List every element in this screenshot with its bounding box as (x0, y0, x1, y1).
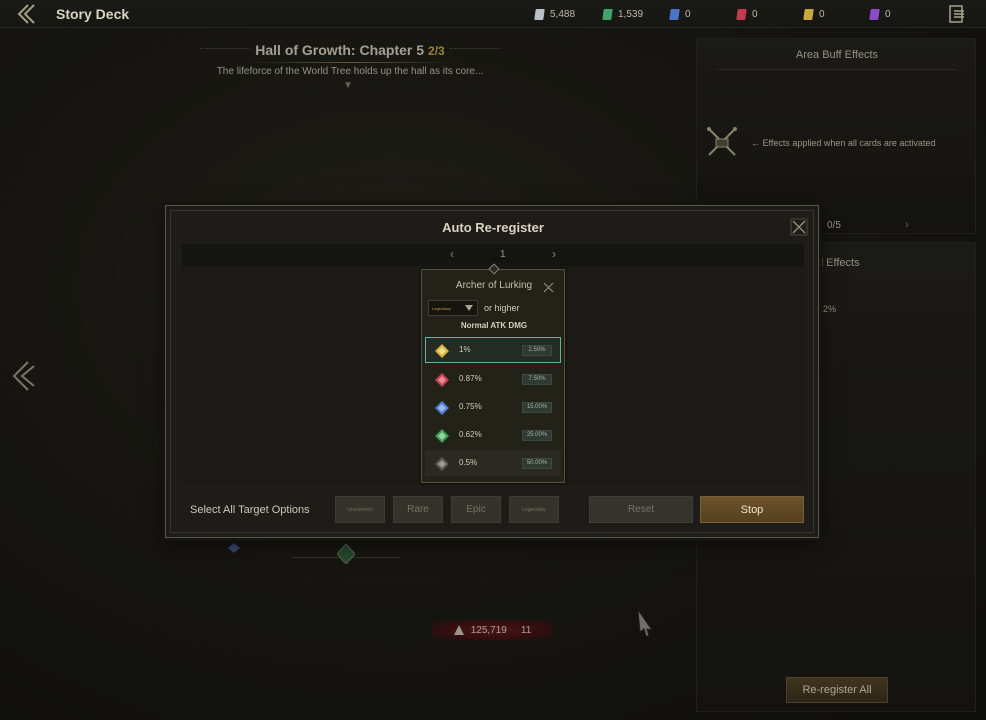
option-row-legendary[interactable]: 1% 2.50% (425, 337, 561, 363)
white-card-icon (534, 8, 545, 20)
select-uncommon-button[interactable]: Uncommon (335, 496, 385, 523)
currency-value: 1,539 (618, 8, 644, 20)
auto-reregister-dialog: Auto Re-register ‹ 1 › Archer of Lurking… (165, 205, 819, 538)
top-bar: Story Deck 5,488 1,539 0 0 0 0 (0, 0, 986, 28)
currency-value: 5,488 (550, 8, 576, 20)
currency-blue-card: 0 (669, 7, 691, 21)
page-number: 1 (500, 249, 506, 260)
stop-button[interactable]: Stop (700, 496, 804, 523)
common-gem-icon (435, 457, 449, 471)
gold-card-icon (803, 8, 814, 20)
back-arrow-icon[interactable] (14, 3, 38, 25)
reset-button[interactable]: Reset (589, 496, 693, 523)
select-legendary-button[interactable]: Legendary (509, 496, 559, 523)
chevron-left-icon[interactable]: ‹ (450, 247, 454, 261)
option-row-rare[interactable]: 0.75% 15.00% (425, 394, 561, 420)
currency-purple-card: 0 (869, 7, 891, 21)
option-value: 0.5% (459, 458, 478, 467)
purple-card-icon (869, 8, 880, 20)
option-probability: 2.50% (522, 345, 552, 356)
green-card-icon (602, 8, 613, 20)
remove-card-icon[interactable] (543, 280, 554, 293)
legendary-gem-icon (435, 344, 449, 358)
currency-red-card: 0 (736, 7, 758, 21)
option-value: 1% (459, 345, 471, 354)
option-value: 0.62% (459, 430, 482, 439)
epic-gem-icon (435, 373, 449, 387)
grade-suffix: or higher (484, 303, 520, 313)
chevron-right-icon[interactable]: › (552, 247, 556, 261)
option-card: Archer of Lurking Legendary or higher No… (421, 263, 565, 483)
currency-value: 0 (819, 8, 825, 20)
currency-value: 0 (752, 8, 758, 20)
rare-gem-icon (435, 401, 449, 415)
dialog-title: Auto Re-register (442, 220, 544, 235)
option-row-uncommon[interactable]: 0.62% 25.00% (425, 422, 561, 448)
currency-value: 0 (885, 8, 891, 20)
select-epic-button[interactable]: Epic (451, 496, 501, 523)
option-value: 0.87% (459, 374, 482, 383)
currency-white-card: 5,488 (534, 7, 576, 21)
uncommon-gem-icon (435, 429, 449, 443)
option-row-common[interactable]: 0.5% 50.00% (425, 450, 561, 476)
option-probability: 25.00% (522, 430, 552, 441)
grade-dropdown-value: Legendary (432, 305, 451, 311)
select-rare-button[interactable]: Rare (393, 496, 443, 523)
option-probability: 15.00% (522, 402, 552, 413)
grade-dropdown[interactable]: Legendary (428, 300, 478, 316)
currency-gold-card: 0 (803, 7, 825, 21)
option-row-epic[interactable]: 0.87% 7.50% (425, 366, 561, 392)
option-probability: 50.00% (522, 458, 552, 469)
currency-green-card: 1,539 (602, 7, 644, 21)
currency-value: 0 (685, 8, 691, 20)
page-title: Story Deck (56, 6, 130, 22)
menu-icon[interactable] (946, 3, 968, 25)
stat-name: Normal ATK DMG (460, 321, 528, 330)
option-value: 0.75% (459, 402, 482, 411)
chevron-down-icon (465, 305, 473, 311)
option-probability: 7.50% (522, 374, 552, 385)
close-icon[interactable] (790, 218, 808, 236)
red-card-icon (736, 8, 747, 20)
blue-card-icon (669, 8, 680, 20)
select-all-label: Select All Target Options (190, 504, 310, 516)
